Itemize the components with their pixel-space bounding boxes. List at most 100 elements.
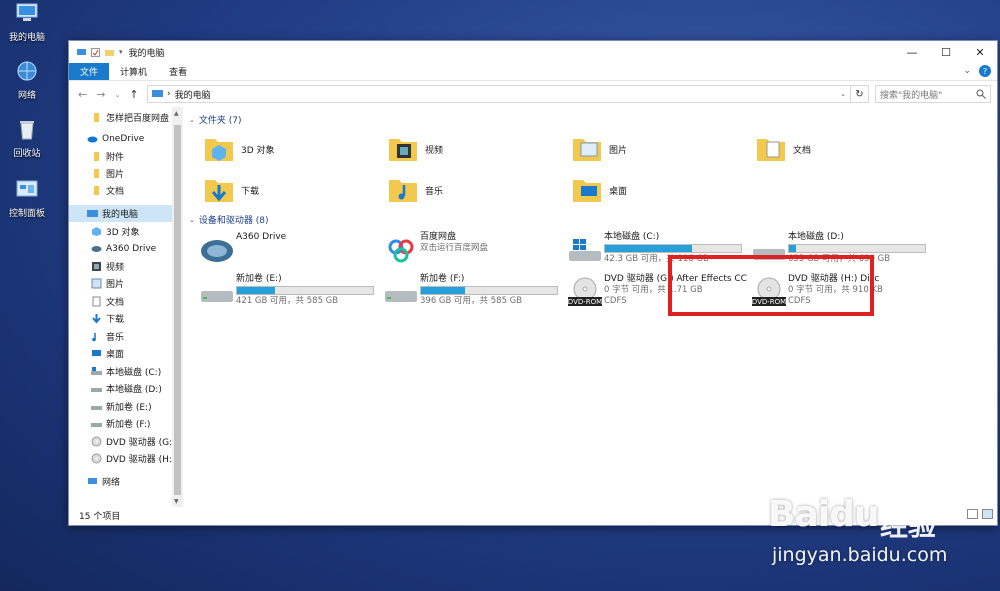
recent-dropdown-icon[interactable]: ⌄	[114, 88, 120, 101]
folder-3d-objects[interactable]: 3D 对象	[203, 129, 378, 169]
breadcrumb-this-pc[interactable]: 我的电脑	[175, 88, 211, 101]
breadcrumb-separator: ›	[167, 89, 171, 99]
folder-desktop[interactable]: 桌面	[571, 170, 746, 210]
back-arrow-icon[interactable]: ←	[78, 88, 87, 101]
chevron-down-icon: ⌄	[189, 115, 195, 124]
capacity-bar	[604, 244, 742, 253]
desktop-icon-computer[interactable]: 我的电脑	[2, 2, 52, 43]
folder-pictures[interactable]: 图片	[571, 129, 746, 169]
folder-music[interactable]: 音乐	[387, 170, 562, 210]
navigation-pane: 怎样把百度网盘 OneDrive 附件 图片 文档 我的电脑 3D 对象 A36…	[69, 107, 183, 507]
capacity-fill	[789, 245, 796, 252]
maximize-button[interactable]: ☐	[929, 41, 963, 63]
system-drive-icon	[569, 239, 601, 261]
nav-item-music[interactable]: 音乐	[69, 328, 173, 345]
group-header-devices[interactable]: ⌄ 设备和驱动器 (8)	[189, 213, 269, 227]
device-subtitle: 双击运行百度网盘	[420, 243, 489, 253]
drive-icon	[201, 291, 233, 302]
help-icon[interactable]: ?	[979, 65, 991, 77]
ribbon-tabs: 文件 计算机 查看 ⌄ ?	[69, 63, 997, 81]
folder-icon	[94, 186, 99, 195]
up-arrow-icon[interactable]: ↑	[129, 88, 138, 101]
nav-item-drive-c[interactable]: 本地磁盘 (C:)	[69, 363, 173, 380]
expand-ribbon-icon[interactable]: ⌄	[963, 66, 971, 76]
forward-arrow-icon[interactable]: →	[96, 88, 105, 101]
capacity-fill	[237, 287, 276, 294]
drive-icon	[91, 423, 102, 427]
watermark-brand-cn: 经验	[880, 509, 937, 542]
nav-item-attachments[interactable]: 附件	[69, 148, 173, 165]
device-name: A360 Drive	[236, 232, 287, 242]
window-title: 我的电脑	[128, 48, 165, 59]
nav-item-dvd-g[interactable]: DVD 驱动器 (G:)	[69, 433, 176, 450]
pictures-folder-icon	[573, 139, 601, 161]
highlight-box-drive-c	[668, 255, 874, 316]
recycle-bin-icon	[20, 121, 34, 140]
new-folder-icon[interactable]	[105, 48, 114, 57]
device-name: 新加卷 (F:)	[420, 274, 465, 284]
nav-item-this-pc[interactable]: 我的电脑	[69, 205, 173, 222]
nav-scrollbar[interactable]: ▲ ▼	[172, 107, 183, 507]
nav-item-documents[interactable]: 文档	[69, 293, 173, 310]
nav-item-baidu-folder[interactable]: 怎样把百度网盘	[69, 109, 173, 126]
refresh-icon[interactable]: ↻	[850, 86, 868, 102]
dvd-icon	[91, 436, 102, 447]
music-folder-icon	[389, 180, 417, 202]
computer-icon	[87, 210, 98, 217]
folder-documents[interactable]: 文档	[755, 129, 930, 169]
desktop-icon-control-panel[interactable]: 控制面板	[2, 178, 52, 219]
capacity-fill	[605, 245, 693, 252]
desktop-icon-recycle-bin[interactable]: 回收站	[2, 118, 52, 159]
minimize-button[interactable]: —	[895, 41, 929, 63]
tab-file[interactable]: 文件	[69, 63, 110, 80]
nav-item-desktop[interactable]: 桌面	[69, 345, 173, 362]
search-box[interactable]: 搜索"我的电脑"	[875, 85, 991, 103]
nav-item-onedrive-documents[interactable]: 文档	[69, 182, 173, 199]
folder-downloads[interactable]: 下载	[203, 170, 378, 210]
search-icon	[976, 89, 986, 99]
device-drive-e[interactable]: 新加卷 (E:) 421 GB 可用，共 585 GB	[199, 273, 389, 313]
device-drive-f[interactable]: 新加卷 (F:) 396 GB 可用，共 585 GB	[383, 273, 573, 313]
device-a360-drive[interactable]: A360 Drive	[199, 231, 389, 271]
scroll-down-arrow-icon[interactable]: ▼	[174, 498, 179, 505]
baidu-jingyan-watermark: Baidu 经验 jingyan.baidu.com	[762, 488, 992, 574]
device-name: 本地磁盘 (C:)	[604, 232, 660, 242]
nav-item-onedrive-pictures[interactable]: 图片	[69, 165, 173, 182]
customize-toolbar-icon[interactable]: ▾	[119, 48, 123, 56]
3d-objects-folder-icon	[205, 139, 233, 161]
device-baidu-netdisk[interactable]: 百度网盘 双击运行百度网盘	[383, 231, 573, 271]
video-folder-icon	[389, 139, 417, 161]
nav-item-a360[interactable]: A360 Drive	[69, 240, 173, 257]
nav-item-drive-d[interactable]: 本地磁盘 (D:)	[69, 380, 173, 397]
group-label: 文件夹 (7)	[198, 116, 242, 126]
device-subtitle: 421 GB 可用，共 585 GB	[236, 296, 339, 306]
nav-item-onedrive[interactable]: OneDrive	[69, 130, 173, 147]
quick-access-toolbar: ▾	[69, 47, 123, 57]
device-name: 本地磁盘 (D:)	[788, 232, 844, 242]
nav-item-3d-objects[interactable]: 3D 对象	[69, 223, 173, 240]
nav-item-dvd-h[interactable]: DVD 驱动器 (H:)	[69, 450, 175, 467]
nav-item-videos[interactable]: 视频	[69, 258, 173, 275]
network-icon	[17, 61, 37, 81]
device-name: 百度网盘	[420, 232, 457, 242]
desktop-icon-network[interactable]: 网络	[2, 60, 52, 101]
group-header-folders[interactable]: ⌄ 文件夹 (7)	[189, 113, 242, 127]
properties-icon[interactable]	[91, 47, 100, 57]
nav-item-downloads[interactable]: 下载	[69, 310, 173, 327]
window-controls: — ☐ ✕	[895, 41, 997, 63]
tab-view[interactable]: 查看	[158, 63, 198, 80]
nav-item-drive-e[interactable]: 新加卷 (E:)	[69, 398, 173, 415]
folder-videos[interactable]: 视频	[387, 129, 562, 169]
tab-computer[interactable]: 计算机	[109, 63, 158, 80]
nav-item-drive-f[interactable]: 新加卷 (F:)	[69, 415, 173, 432]
a360-icon	[91, 246, 102, 252]
scroll-up-arrow-icon[interactable]: ▲	[174, 110, 179, 117]
scrollbar-thumb[interactable]	[174, 125, 181, 495]
capacity-bar	[788, 244, 926, 253]
system-drive-icon	[91, 367, 102, 375]
address-dropdown-icon[interactable]: ⌄	[840, 90, 846, 98]
nav-item-pictures[interactable]: 图片	[69, 275, 173, 292]
address-bar[interactable]: › 我的电脑 ⌄ ↻	[147, 85, 869, 103]
close-button[interactable]: ✕	[963, 41, 997, 63]
nav-item-network[interactable]: 网络	[69, 473, 173, 490]
